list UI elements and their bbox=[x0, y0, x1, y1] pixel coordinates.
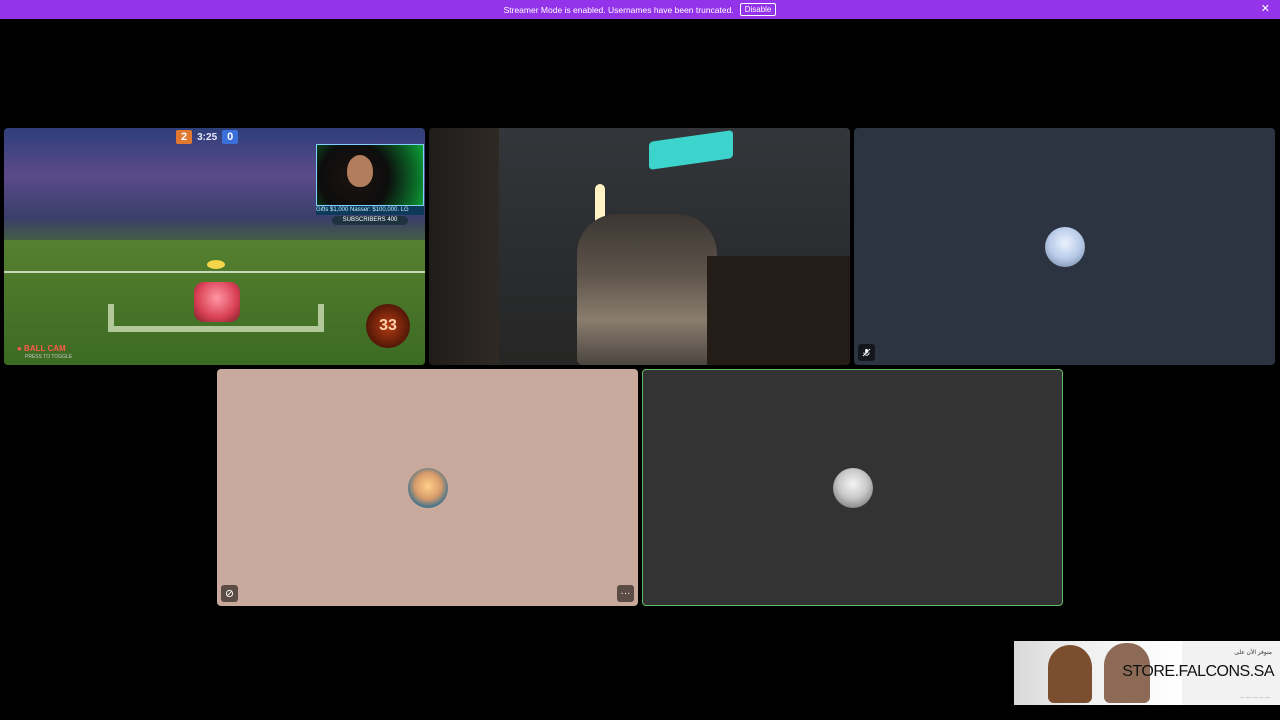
participant-avatar bbox=[407, 467, 448, 508]
video-tile-room[interactable] bbox=[429, 128, 850, 365]
desk bbox=[707, 256, 850, 365]
ad-dots: — — — — — bbox=[1239, 695, 1270, 701]
curtain bbox=[429, 128, 499, 365]
boost-meter: 33 bbox=[366, 304, 410, 348]
mic-muted-icon bbox=[858, 344, 875, 361]
close-icon[interactable]: ✕ bbox=[1261, 3, 1270, 15]
participant-tile-1[interactable] bbox=[854, 128, 1275, 365]
participant-avatar bbox=[832, 467, 873, 508]
streamer-mode-banner: Streamer Mode is enabled. Usernames have… bbox=[0, 0, 1280, 19]
neon-light bbox=[649, 130, 733, 170]
ad-store-url: STORE.FALCONS.SA bbox=[1122, 663, 1274, 680]
screen-share-icon[interactable] bbox=[221, 585, 238, 602]
more-options-icon[interactable]: ··· bbox=[617, 585, 634, 602]
scoreboard: 2 3:25 0 bbox=[176, 130, 239, 144]
streamer-webcam-overlay bbox=[316, 144, 424, 206]
participant-tile-2[interactable]: ··· bbox=[217, 369, 638, 606]
ad-person-1 bbox=[1048, 645, 1092, 703]
stream-tile-game[interactable]: 2 3:25 0 Gifts $1,000 Nasser: $100,000. … bbox=[4, 128, 425, 365]
subscribers-counter: SUBSCRIBERS 400 bbox=[332, 216, 408, 225]
score-blue: 0 bbox=[222, 130, 239, 144]
field-line bbox=[4, 271, 425, 273]
game-ball bbox=[207, 260, 225, 269]
banner-message: Streamer Mode is enabled. Usernames have… bbox=[503, 4, 734, 15]
ball-cam-label: ● BALL CAM bbox=[17, 344, 66, 353]
store-advertisement: متوفر الآن على STORE.FALCONS.SA — — — — … bbox=[1014, 641, 1280, 705]
participant-tile-3[interactable] bbox=[642, 369, 1063, 606]
gaming-chair bbox=[577, 214, 717, 365]
streamer-face bbox=[347, 155, 373, 187]
donation-ticker: Gifts $1,000 Nasser: $100,000. LG bbox=[316, 206, 424, 215]
participant-avatar bbox=[1044, 226, 1085, 267]
game-car bbox=[194, 282, 240, 322]
ball-cam-hint: PRESS TO TOGGLE bbox=[25, 354, 73, 360]
match-timer: 3:25 bbox=[197, 131, 218, 143]
ad-arabic-text: متوفر الآن على bbox=[1234, 650, 1272, 656]
score-orange: 2 bbox=[176, 130, 193, 144]
disable-button[interactable]: Disable bbox=[739, 3, 777, 16]
